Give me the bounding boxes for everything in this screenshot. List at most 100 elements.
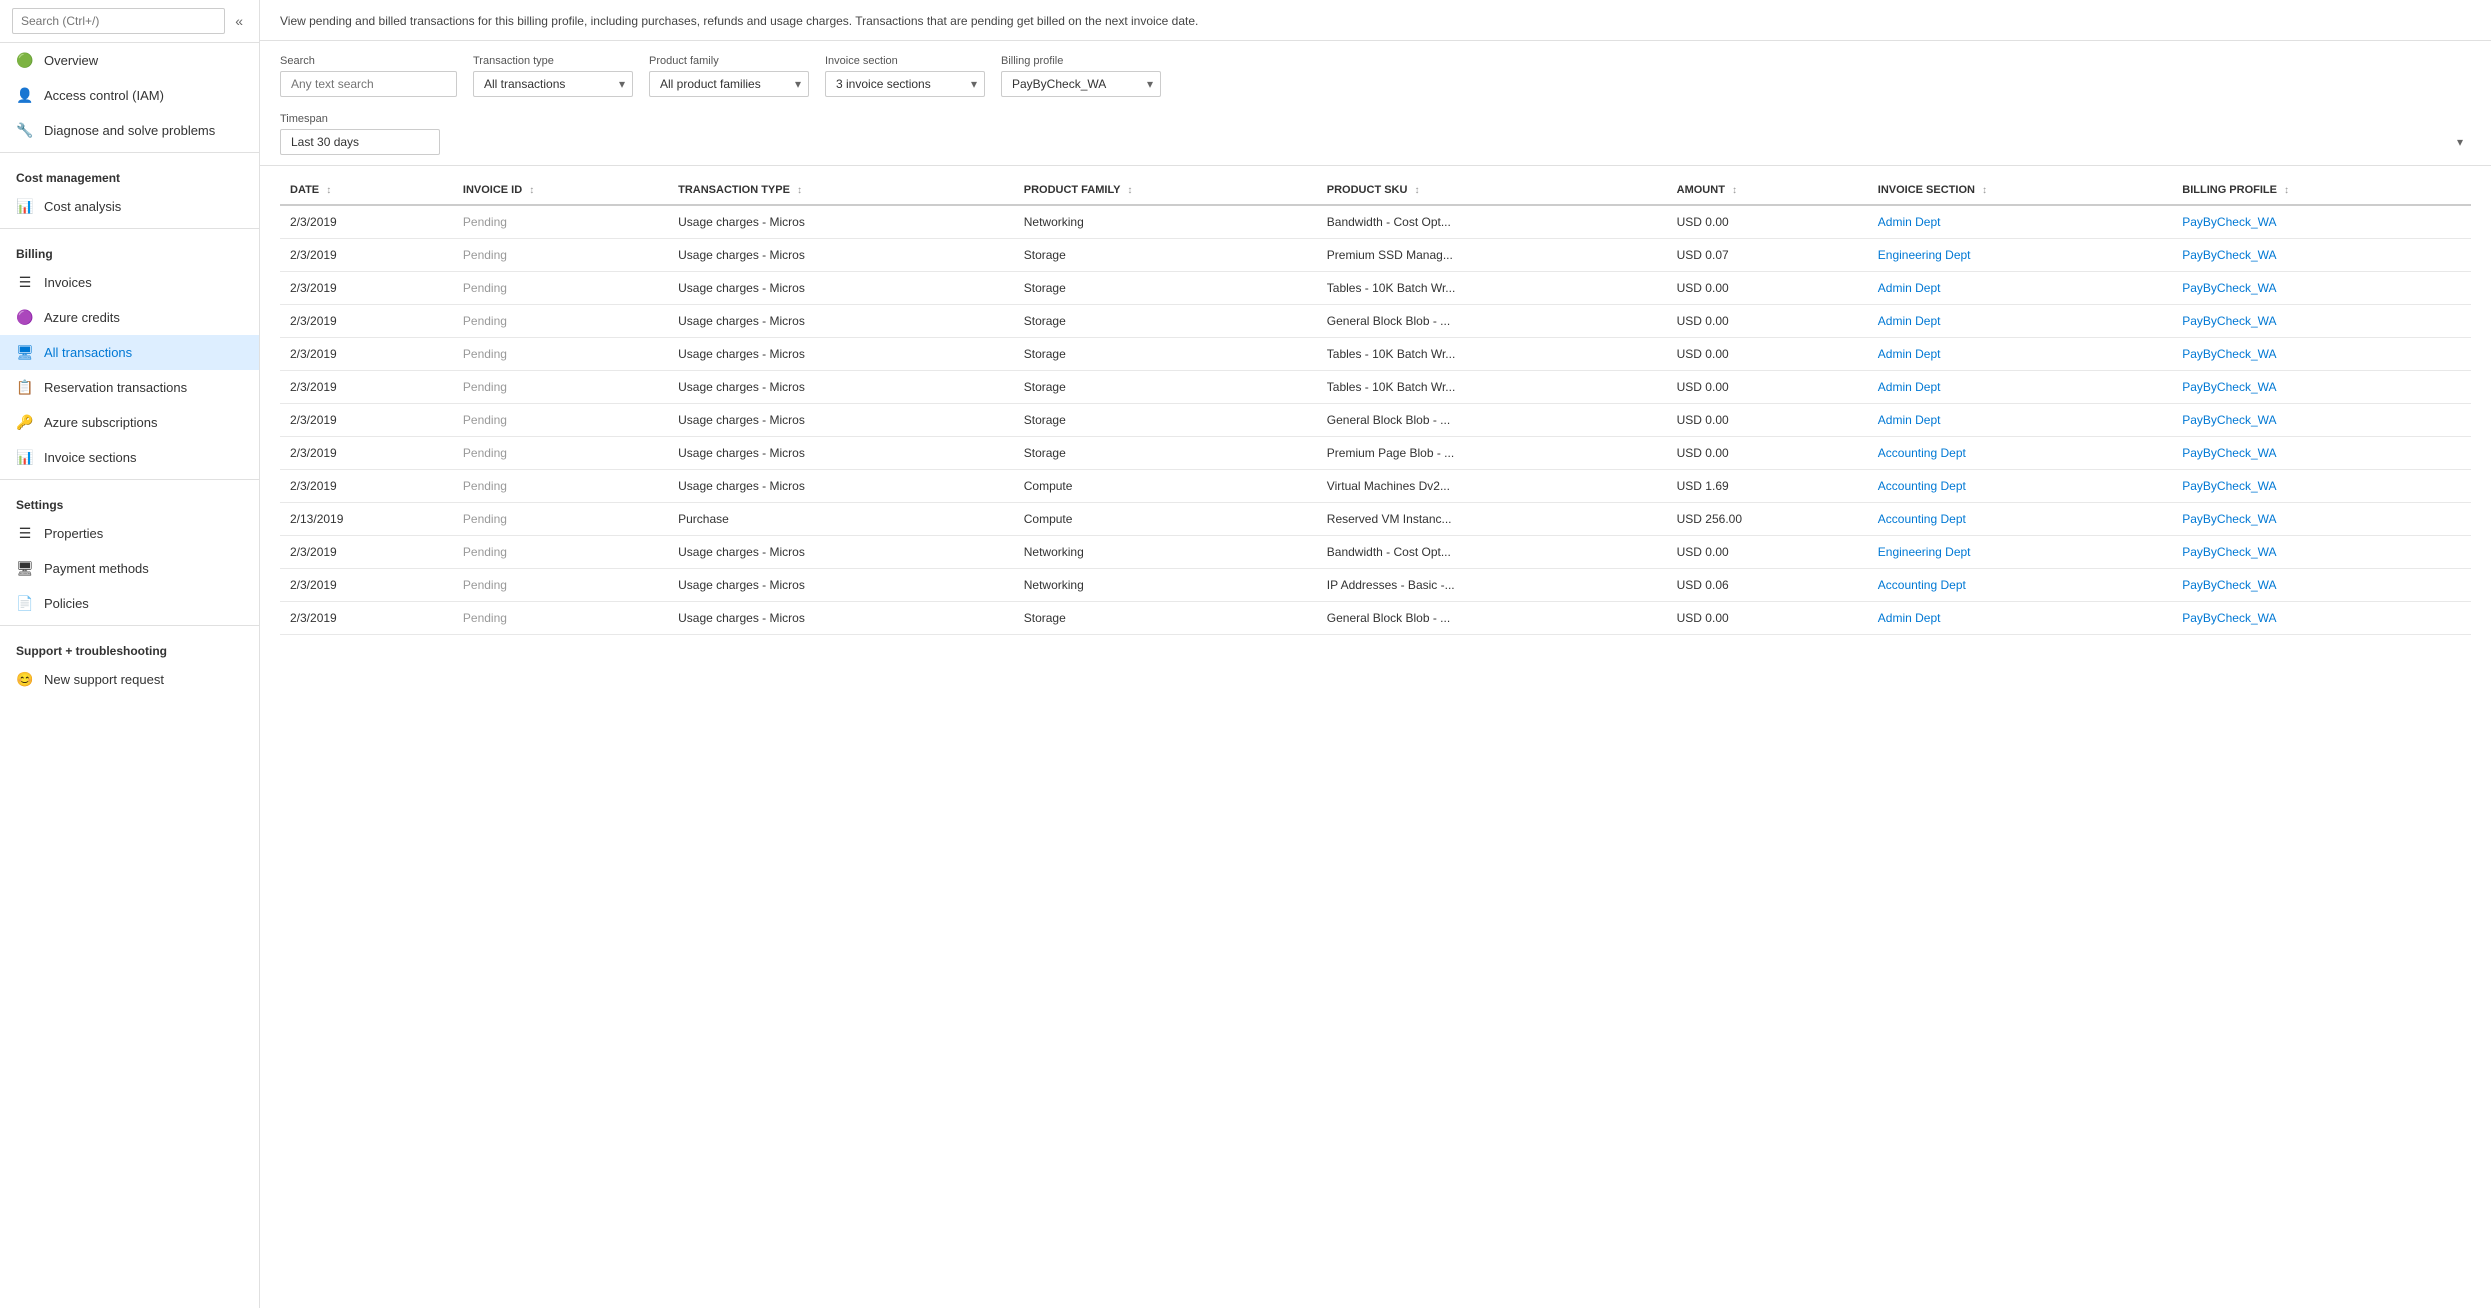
main-content: View pending and billed transactions for… bbox=[260, 0, 2491, 1308]
collapse-button[interactable]: « bbox=[231, 9, 247, 33]
iam-icon: 👤 bbox=[16, 87, 34, 104]
col-invoice-section-label: INVOICE SECTION bbox=[1878, 184, 1975, 196]
cell-date: 2/3/2019 bbox=[280, 338, 453, 371]
cell-billing-profile[interactable]: PayByCheck_WA bbox=[2172, 569, 2471, 602]
search-input[interactable] bbox=[12, 8, 225, 34]
col-invoice-section[interactable]: INVOICE SECTION ↕ bbox=[1868, 176, 2172, 205]
col-product-family[interactable]: PRODUCT FAMILY ↕ bbox=[1014, 176, 1317, 205]
table-row[interactable]: 2/3/2019PendingUsage charges - MicrosSto… bbox=[280, 602, 2471, 635]
sidebar-search-area: « bbox=[0, 0, 259, 43]
sidebar-item-access-control[interactable]: 👤 Access control (IAM) bbox=[0, 78, 259, 113]
cell-billing-profile[interactable]: PayByCheck_WA bbox=[2172, 338, 2471, 371]
sidebar-item-payment-methods[interactable]: 🖥 Payment methods bbox=[0, 551, 259, 586]
properties-icon: ☰ bbox=[16, 525, 34, 542]
table-row[interactable]: 2/3/2019PendingUsage charges - MicrosSto… bbox=[280, 338, 2471, 371]
table-row[interactable]: 2/3/2019PendingUsage charges - MicrosSto… bbox=[280, 437, 2471, 470]
sidebar-item-cost-analysis[interactable]: 📊 Cost analysis bbox=[0, 189, 259, 224]
cell-product-family: Storage bbox=[1014, 371, 1317, 404]
table-row[interactable]: 2/3/2019PendingUsage charges - MicrosNet… bbox=[280, 205, 2471, 239]
table-row[interactable]: 2/3/2019PendingUsage charges - MicrosNet… bbox=[280, 569, 2471, 602]
cell-amount: USD 0.00 bbox=[1667, 404, 1868, 437]
sidebar-item-properties[interactable]: ☰ Properties bbox=[0, 516, 259, 551]
cell-billing-profile[interactable]: PayByCheck_WA bbox=[2172, 404, 2471, 437]
cell-invoice-section[interactable]: Accounting Dept bbox=[1868, 503, 2172, 536]
table-row[interactable]: 2/3/2019PendingUsage charges - MicrosNet… bbox=[280, 536, 2471, 569]
support-label: Support + troubleshooting bbox=[0, 630, 259, 662]
cell-billing-profile[interactable]: PayByCheck_WA bbox=[2172, 470, 2471, 503]
table-row[interactable]: 2/3/2019PendingUsage charges - MicrosSto… bbox=[280, 404, 2471, 437]
cell-invoice-section[interactable]: Engineering Dept bbox=[1868, 239, 2172, 272]
cell-billing-profile[interactable]: PayByCheck_WA bbox=[2172, 371, 2471, 404]
cell-billing-profile[interactable]: PayByCheck_WA bbox=[2172, 437, 2471, 470]
sidebar-divider-1 bbox=[0, 152, 259, 153]
sidebar-item-azure-subscriptions[interactable]: 🔑 Azure subscriptions bbox=[0, 405, 259, 440]
sidebar-item-policies[interactable]: 📄 Policies bbox=[0, 586, 259, 621]
cell-invoice-section[interactable]: Admin Dept bbox=[1868, 305, 2172, 338]
sidebar-item-invoices[interactable]: ☰ Invoices bbox=[0, 265, 259, 300]
table-row[interactable]: 2/3/2019PendingUsage charges - MicrosSto… bbox=[280, 239, 2471, 272]
sort-icon-billing-profile: ↕ bbox=[2284, 185, 2289, 196]
cell-billing-profile[interactable]: PayByCheck_WA bbox=[2172, 602, 2471, 635]
payment-icon: 🖥 bbox=[16, 560, 34, 577]
cell-invoice-section[interactable]: Admin Dept bbox=[1868, 205, 2172, 239]
timespan-select[interactable]: Last 30 days bbox=[280, 129, 440, 155]
policies-icon: 📄 bbox=[16, 595, 34, 612]
sidebar-item-invoice-sections[interactable]: 📊 Invoice sections bbox=[0, 440, 259, 475]
timespan-select-wrapper: Last 30 days bbox=[280, 129, 2471, 155]
col-amount[interactable]: AMOUNT ↕ bbox=[1667, 176, 1868, 205]
sidebar-top-items: 🟢 Overview 👤 Access control (IAM) 🔧 Diag… bbox=[0, 43, 259, 148]
col-billing-profile[interactable]: BILLING PROFILE ↕ bbox=[2172, 176, 2471, 205]
table-row[interactable]: 2/13/2019PendingPurchaseComputeReserved … bbox=[280, 503, 2471, 536]
col-transaction-type[interactable]: TRANSACTION TYPE ↕ bbox=[668, 176, 1014, 205]
cell-product-family: Compute bbox=[1014, 470, 1317, 503]
invoice-section-select[interactable]: 3 invoice sections bbox=[825, 71, 985, 97]
cell-invoice-section[interactable]: Accounting Dept bbox=[1868, 437, 2172, 470]
transaction-type-label: Transaction type bbox=[473, 55, 633, 67]
cell-invoice-section[interactable]: Admin Dept bbox=[1868, 371, 2172, 404]
cell-invoice-section[interactable]: Admin Dept bbox=[1868, 338, 2172, 371]
cell-product-sku: Tables - 10K Batch Wr... bbox=[1317, 371, 1667, 404]
sidebar-item-new-support[interactable]: 😊 New support request bbox=[0, 662, 259, 697]
product-family-select[interactable]: All product families bbox=[649, 71, 809, 97]
cell-billing-profile[interactable]: PayByCheck_WA bbox=[2172, 305, 2471, 338]
sidebar-item-label: Access control (IAM) bbox=[44, 88, 164, 103]
cell-invoice-section[interactable]: Accounting Dept bbox=[1868, 569, 2172, 602]
cell-invoice-section[interactable]: Admin Dept bbox=[1868, 404, 2172, 437]
col-invoice-id[interactable]: INVOICE ID ↕ bbox=[453, 176, 668, 205]
cell-billing-profile[interactable]: PayByCheck_WA bbox=[2172, 536, 2471, 569]
col-date[interactable]: DATE ↕ bbox=[280, 176, 453, 205]
cell-date: 2/3/2019 bbox=[280, 371, 453, 404]
cell-billing-profile[interactable]: PayByCheck_WA bbox=[2172, 239, 2471, 272]
sidebar-item-diagnose[interactable]: 🔧 Diagnose and solve problems bbox=[0, 113, 259, 148]
sidebar-item-overview[interactable]: 🟢 Overview bbox=[0, 43, 259, 78]
cell-product-sku: Premium SSD Manag... bbox=[1317, 239, 1667, 272]
cell-billing-profile[interactable]: PayByCheck_WA bbox=[2172, 272, 2471, 305]
cell-billing-profile[interactable]: PayByCheck_WA bbox=[2172, 503, 2471, 536]
cell-invoice-section[interactable]: Admin Dept bbox=[1868, 272, 2172, 305]
table-row[interactable]: 2/3/2019PendingUsage charges - MicrosCom… bbox=[280, 470, 2471, 503]
billing-profile-select[interactable]: PayByCheck_WA bbox=[1001, 71, 1161, 97]
cell-invoice-section[interactable]: Accounting Dept bbox=[1868, 470, 2172, 503]
sidebar-item-reservation-transactions[interactable]: 📋 Reservation transactions bbox=[0, 370, 259, 405]
cell-invoice-section[interactable]: Admin Dept bbox=[1868, 602, 2172, 635]
cell-product-family: Storage bbox=[1014, 272, 1317, 305]
sidebar-item-label: Cost analysis bbox=[44, 199, 121, 214]
cell-product-family: Storage bbox=[1014, 239, 1317, 272]
search-filter-input[interactable] bbox=[280, 71, 457, 97]
table-row[interactable]: 2/3/2019PendingUsage charges - MicrosSto… bbox=[280, 305, 2471, 338]
cell-billing-profile[interactable]: PayByCheck_WA bbox=[2172, 205, 2471, 239]
table-row[interactable]: 2/3/2019PendingUsage charges - MicrosSto… bbox=[280, 272, 2471, 305]
col-product-sku[interactable]: PRODUCT SKU ↕ bbox=[1317, 176, 1667, 205]
cell-invoice-section[interactable]: Engineering Dept bbox=[1868, 536, 2172, 569]
cell-product-sku: Tables - 10K Batch Wr... bbox=[1317, 272, 1667, 305]
table-container: DATE ↕ INVOICE ID ↕ TRANSACTION TYPE ↕ P… bbox=[260, 166, 2491, 1308]
table-row[interactable]: 2/3/2019PendingUsage charges - MicrosSto… bbox=[280, 371, 2471, 404]
cell-invoice-id: Pending bbox=[453, 602, 668, 635]
sidebar-item-azure-credits[interactable]: 🟣 Azure credits bbox=[0, 300, 259, 335]
transaction-type-select[interactable]: All transactions bbox=[473, 71, 633, 97]
col-date-label: DATE bbox=[290, 184, 319, 196]
cell-date: 2/13/2019 bbox=[280, 503, 453, 536]
sidebar-item-all-transactions[interactable]: 🖥 All transactions bbox=[0, 335, 259, 370]
cell-transaction-type: Usage charges - Micros bbox=[668, 470, 1014, 503]
all-transactions-icon: 🖥 bbox=[16, 344, 34, 361]
